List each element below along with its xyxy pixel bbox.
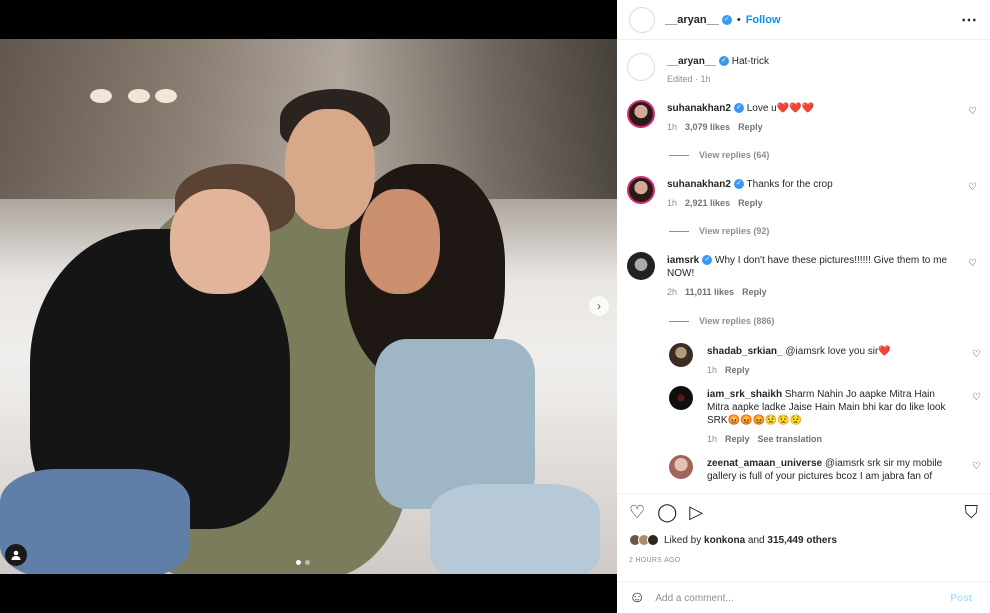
like-comment-heart-icon[interactable]: ♡ [972,461,981,472]
photo-person [360,189,440,294]
like-heart-icon[interactable]: ♡ [629,502,645,522]
photo-person [430,484,600,574]
caption-username[interactable]: __aryan__ [667,56,716,67]
post-timestamp[interactable]: 2 HOURS AGO [629,557,681,564]
photo-person [285,109,375,229]
view-replies-button[interactable]: View replies (886) [669,316,774,326]
avatar[interactable] [669,343,693,367]
comment: suhanakhan2 ✓ Thanks for the crop 1h 2,921… [627,176,977,216]
comment-likes[interactable]: 2,921 likes [685,198,730,208]
add-comment-bar: ☺ Add a comment... Post [617,581,990,613]
separator: • [736,13,741,26]
reply-button[interactable]: Reply [725,434,750,444]
reply-username[interactable]: shadab_srkian_ [707,346,783,357]
caption-meta: Edited · 1h [667,74,711,84]
comment: suhanakhan2 ✓ Love u❤️❤️❤️ 1h 3,079 likes R… [627,100,977,140]
comment-text: Thanks for the crop [746,179,833,190]
reply-button[interactable]: Reply [738,198,763,208]
view-replies-line [669,230,689,232]
verified-icon: ✓ [721,14,732,25]
reply-button[interactable]: Reply [742,287,767,297]
reply-username[interactable]: zeenat_amaan_universe [707,458,822,469]
post-header: __aryan__ ✓ • Follow ⋯ [617,0,990,40]
like-comment-heart-icon[interactable]: ♡ [968,182,977,193]
comment-likes[interactable]: 3,079 likes [685,122,730,132]
view-replies-button[interactable]: View replies (64) [669,150,769,160]
like-comment-heart-icon[interactable]: ♡ [968,106,977,117]
save-bookmark-icon[interactable]: ⛉ [965,502,979,523]
avatar[interactable] [669,455,693,479]
view-replies-label: View replies (92) [699,226,770,236]
verified-icon: ✓ [702,255,713,266]
avatar[interactable] [627,176,655,204]
see-translation-button[interactable]: See translation [758,434,823,444]
comment-username[interactable]: suhanakhan2 [667,179,731,190]
carousel-dot [305,560,310,565]
verified-icon: ✓ [733,103,744,114]
like-comment-heart-icon[interactable]: ♡ [972,349,981,360]
post-username[interactable]: __aryan__ [665,14,719,26]
photo-lamp [128,89,150,103]
liked-prefix: Liked by [664,534,705,546]
comment-time: 1h [667,122,678,132]
comment-username[interactable]: suhanakhan2 [667,103,731,114]
carousel-dot [296,560,301,565]
liked-others[interactable]: 315,449 others [767,535,837,546]
post-comment-button[interactable]: Post [950,593,972,604]
post-photo[interactable] [0,39,617,574]
comment: iamsrk ✓ Why I don't have these pictures!… [627,252,977,308]
carousel-dots [296,560,310,565]
caption-text: Hat-trick [731,56,769,67]
verified-icon: ✓ [718,56,729,67]
photo-person [170,189,270,294]
liked-user[interactable]: konkona [704,535,745,546]
liked-and: and [745,534,768,546]
post-panel: __aryan__ ✓ • Follow ⋯ __aryan__ ✓ Hat-tr… [617,0,990,613]
comment-time: 1h [667,198,678,208]
reply-text: @iamsrk love you sir❤️ [785,346,891,357]
user-tag-icon[interactable] [5,544,27,566]
reply: shadab_srkian_ @iamsrk love you sir❤️ 1h… [669,343,981,379]
avatar[interactable] [629,6,655,33]
more-options-icon[interactable]: ⋯ [961,10,978,30]
comments-list: __aryan__ ✓ Hat-trick Edited · 1h suhanak… [617,41,990,493]
follow-button[interactable]: Follow [746,14,781,26]
comment-likes[interactable]: 11,011 likes [685,287,734,297]
photo-lamp [155,89,177,103]
media-viewer: › [0,0,617,613]
reply-time: 1h [707,365,718,375]
avatar[interactable] [669,386,693,410]
reply-time: 1h [707,434,718,444]
liked-by: Liked by konkona and 315,449 others [629,534,837,546]
next-arrow-icon[interactable]: › [589,296,609,316]
avatar[interactable] [627,252,655,280]
comment-text: Love u❤️❤️❤️ [746,103,815,114]
view-replies-button[interactable]: View replies (92) [669,226,769,236]
reply: iam_srk_shaikh Sharm Nahin Jo aapke Mitr… [669,386,981,448]
comment-input[interactable]: Add a comment... [655,593,733,604]
caption: __aryan__ ✓ Hat-trick Edited · 1h [627,53,977,93]
like-comment-heart-icon[interactable]: ♡ [972,392,981,403]
reply: zeenat_amaan_universe @iamsrk srk sir my… [669,455,981,493]
reply-username[interactable]: iam_srk_shaikh [707,389,782,400]
photo-lamp [90,89,112,103]
post-actions: ♡ ◯ ▷ ⛉ Liked by konkona and 315,449 oth… [617,493,990,613]
view-replies-line [669,320,689,322]
avatar[interactable] [627,53,655,81]
share-icon[interactable]: ▷ [689,502,703,522]
view-replies-label: View replies (64) [699,150,770,160]
reply-button[interactable]: Reply [738,122,763,132]
photo-person [0,469,190,574]
like-comment-heart-icon[interactable]: ♡ [968,258,977,269]
reply-button[interactable]: Reply [725,365,750,375]
comment-bubble-icon[interactable]: ◯ [657,502,677,522]
view-replies-label: View replies (886) [699,316,775,326]
avatar [647,534,659,546]
emoji-icon[interactable]: ☺ [629,589,645,607]
verified-icon: ✓ [733,179,744,190]
comment-time: 2h [667,287,678,297]
view-replies-line [669,154,689,156]
avatar[interactable] [627,100,655,128]
comment-username[interactable]: iamsrk [667,255,699,266]
